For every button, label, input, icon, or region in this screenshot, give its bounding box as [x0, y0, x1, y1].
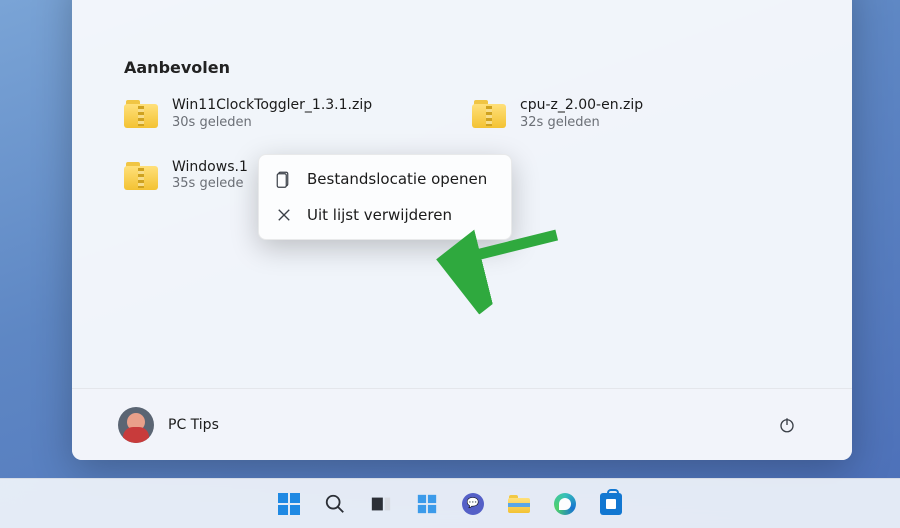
taskbar-store-button[interactable] [596, 489, 626, 519]
close-icon [275, 206, 293, 224]
menu-open-file-location[interactable]: Bestandslocatie openen [259, 161, 511, 197]
taskbar-search-button[interactable] [320, 489, 350, 519]
recommended-item-time: 30s geleden [172, 115, 372, 131]
recommended-item[interactable]: Win11ClockToggler_1.3.1.zip 30s geleden [124, 97, 452, 131]
power-icon [778, 416, 796, 434]
chat-icon: 💬 [462, 493, 484, 515]
recommended-item-name: cpu-z_2.00-en.zip [520, 97, 643, 115]
context-menu: Bestandslocatie openen Uit lijst verwijd… [258, 154, 512, 240]
taskbar-edge-button[interactable] [550, 489, 580, 519]
user-name-label: PC Tips [168, 417, 219, 433]
zip-folder-icon [472, 100, 506, 128]
file-location-icon [275, 170, 293, 188]
file-explorer-icon [508, 495, 530, 513]
recommended-item-time: 32s geleden [520, 115, 643, 131]
taskview-icon [370, 493, 392, 515]
zip-folder-icon [124, 100, 158, 128]
start-bottom-bar: PC Tips [72, 388, 852, 460]
recommended-item[interactable]: cpu-z_2.00-en.zip 32s geleden [472, 97, 800, 131]
edge-icon [554, 493, 576, 515]
recommended-item-name: Windows.1 [172, 159, 248, 177]
recommended-item-text: Win11ClockToggler_1.3.1.zip 30s geleden [172, 97, 372, 131]
menu-item-label: Bestandslocatie openen [307, 170, 487, 188]
menu-remove-from-list[interactable]: Uit lijst verwijderen [259, 197, 511, 233]
recommended-item-time: 35s gelede [172, 176, 248, 192]
power-button[interactable] [768, 406, 806, 444]
recommended-item-text: cpu-z_2.00-en.zip 32s geleden [520, 97, 643, 131]
widgets-icon [416, 493, 438, 515]
recommended-item-text: Windows.1 35s gelede [172, 159, 248, 193]
taskbar-start-button[interactable] [274, 489, 304, 519]
search-icon [324, 493, 346, 515]
user-account-button[interactable]: PC Tips [118, 407, 219, 443]
recommended-title: Aanbevolen [124, 58, 800, 77]
avatar-icon [118, 407, 154, 443]
recommended-item-name: Win11ClockToggler_1.3.1.zip [172, 97, 372, 115]
taskbar-explorer-button[interactable] [504, 489, 534, 519]
taskbar-taskview-button[interactable] [366, 489, 396, 519]
taskbar-chat-button[interactable]: 💬 [458, 489, 488, 519]
zip-folder-icon [124, 162, 158, 190]
menu-item-label: Uit lijst verwijderen [307, 206, 452, 224]
store-icon [600, 493, 622, 515]
windows-logo-icon [278, 493, 300, 515]
taskbar: 💬 [0, 478, 900, 528]
taskbar-widgets-button[interactable] [412, 489, 442, 519]
